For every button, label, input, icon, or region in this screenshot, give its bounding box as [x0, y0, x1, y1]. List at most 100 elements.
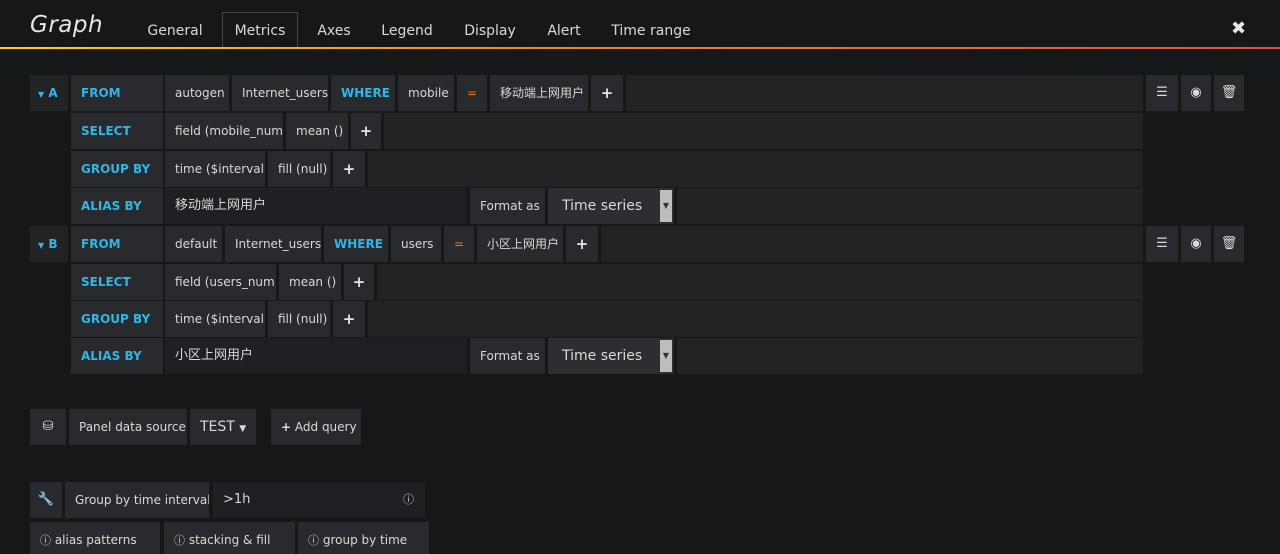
tab-display[interactable]: Display: [458, 14, 522, 48]
datasource-picker[interactable]: TEST ▼: [190, 409, 256, 445]
row-filler: [384, 113, 1143, 149]
add-query-label: Add query: [294, 420, 357, 434]
tag-key-segment[interactable]: users: [391, 226, 441, 262]
group-time-segment[interactable]: time ($interval): [165, 301, 265, 337]
retention-policy-segment[interactable]: autogen: [165, 75, 229, 111]
add-select-button[interactable]: +: [351, 113, 381, 149]
group-time-segment[interactable]: time ($interval): [165, 151, 265, 187]
eye-icon: ◉: [1190, 85, 1202, 100]
group-by-keyword: GROUP BY: [71, 151, 163, 187]
tag-key-segment[interactable]: mobile: [398, 75, 454, 111]
select-arrow-icon: ▼: [660, 340, 672, 372]
add-where-button[interactable]: +: [591, 75, 623, 111]
group-fill-segment[interactable]: fill (null): [268, 151, 330, 187]
row-filler: [626, 75, 1143, 111]
plus-icon: +: [600, 84, 614, 102]
from-keyword: FROM: [71, 75, 163, 111]
info-circle-icon[interactable]: ⓘ: [403, 482, 414, 518]
select-arrow-icon: ▼: [660, 190, 672, 222]
delete-query-button[interactable]: 🗑: [1214, 226, 1244, 262]
alias-input[interactable]: 移动端上网用户: [165, 188, 467, 224]
alias-input[interactable]: 小区上网用户: [165, 338, 467, 374]
plus-icon: +: [352, 273, 366, 291]
query-menu-button[interactable]: ☰: [1146, 226, 1178, 262]
group-fill-segment[interactable]: fill (null): [268, 301, 330, 337]
datasource-icon-cell: ⛁: [30, 409, 66, 445]
select-keyword: SELECT: [71, 264, 163, 300]
toggle-hide-query-button[interactable]: ◉: [1181, 226, 1211, 262]
help-group-by-time[interactable]: ⓘ group by time: [298, 522, 429, 554]
group-by-time-interval-label: Group by time interval: [65, 482, 209, 518]
alias-by-keyword: ALIAS BY: [71, 188, 163, 224]
row-filler: [677, 188, 1143, 224]
trash-icon: 🗑: [1220, 236, 1238, 251]
tab-alert[interactable]: Alert: [541, 14, 587, 48]
add-where-button[interactable]: +: [566, 226, 598, 262]
tab-metrics[interactable]: Metrics: [222, 12, 298, 48]
select-keyword: SELECT: [71, 113, 163, 149]
field-segment[interactable]: field (users_num): [165, 264, 276, 300]
hamburger-icon: ☰: [1156, 236, 1168, 251]
caret-down-icon: ▼: [38, 241, 45, 250]
panel-datasource-label: Panel data source: [69, 409, 187, 445]
query-ref-b[interactable]: ▼ B: [30, 226, 68, 262]
add-group-button[interactable]: +: [333, 301, 365, 337]
help-stacking-fill[interactable]: ⓘ stacking & fill: [164, 522, 295, 554]
interval-value: >1h: [223, 492, 251, 507]
help-alias-patterns[interactable]: ⓘ alias patterns: [30, 522, 160, 554]
row-filler: [601, 226, 1143, 262]
add-query-button[interactable]: + Add query: [271, 409, 361, 445]
plus-icon: +: [359, 122, 373, 140]
query-menu-button[interactable]: ☰: [1146, 75, 1178, 111]
trash-icon: 🗑: [1220, 85, 1238, 100]
measurement-segment[interactable]: Internet_users: [232, 75, 328, 111]
options-icon-cell: 🔧: [30, 482, 62, 518]
row-filler: [377, 264, 1143, 300]
where-keyword: WHERE: [324, 226, 388, 262]
aggregation-segment[interactable]: mean (): [279, 264, 341, 300]
panel-title: Graph: [30, 12, 104, 38]
query-ref-letter: A: [48, 86, 58, 100]
tag-value-segment[interactable]: 小区上网用户: [477, 226, 563, 262]
plus-icon: +: [342, 160, 356, 178]
help-label: stacking & fill: [188, 533, 271, 547]
plus-icon: +: [575, 235, 589, 253]
header-accent-line: [0, 47, 1280, 49]
format-as-label: Format as: [470, 188, 545, 224]
delete-query-button[interactable]: 🗑: [1214, 75, 1244, 111]
panel-editor-header: Graph General Metrics Axes Legend Displa…: [0, 0, 1280, 49]
alias-by-keyword: ALIAS BY: [71, 338, 163, 374]
caret-down-icon: ▼: [38, 90, 45, 99]
tab-general[interactable]: General: [142, 14, 208, 48]
help-label: group by time: [322, 533, 408, 547]
query-ref-letter: B: [48, 237, 58, 251]
eye-icon: ◉: [1190, 236, 1202, 251]
format-as-select[interactable]: Time series ▼: [548, 188, 674, 224]
format-as-select[interactable]: Time series ▼: [548, 338, 674, 374]
info-circle-icon: ⓘ: [308, 534, 319, 547]
tag-value-segment[interactable]: 移动端上网用户: [490, 75, 588, 111]
database-icon: ⛁: [42, 419, 54, 434]
field-segment[interactable]: field (mobile_num): [165, 113, 283, 149]
caret-down-icon: ▼: [239, 424, 247, 434]
tab-time-range[interactable]: Time range: [607, 14, 695, 48]
tab-axes[interactable]: Axes: [311, 14, 357, 48]
operator-segment[interactable]: =: [457, 75, 487, 111]
retention-policy-segment[interactable]: default: [165, 226, 222, 262]
close-icon[interactable]: ✖: [1231, 18, 1246, 39]
plus-icon: +: [281, 420, 292, 434]
row-filler: [368, 151, 1143, 187]
group-by-time-interval-input[interactable]: >1h ⓘ: [213, 482, 425, 518]
tab-legend[interactable]: Legend: [376, 14, 438, 48]
info-circle-icon: ⓘ: [174, 534, 185, 547]
aggregation-segment[interactable]: mean (): [286, 113, 348, 149]
toggle-hide-query-button[interactable]: ◉: [1181, 75, 1211, 111]
format-as-value: Time series: [562, 348, 643, 364]
wrench-icon: 🔧: [37, 492, 55, 507]
add-select-button[interactable]: +: [344, 264, 374, 300]
measurement-segment[interactable]: Internet_users: [225, 226, 321, 262]
row-filler: [368, 301, 1143, 337]
query-ref-a[interactable]: ▼ A: [30, 75, 68, 111]
add-group-button[interactable]: +: [333, 151, 365, 187]
operator-segment[interactable]: =: [444, 226, 474, 262]
